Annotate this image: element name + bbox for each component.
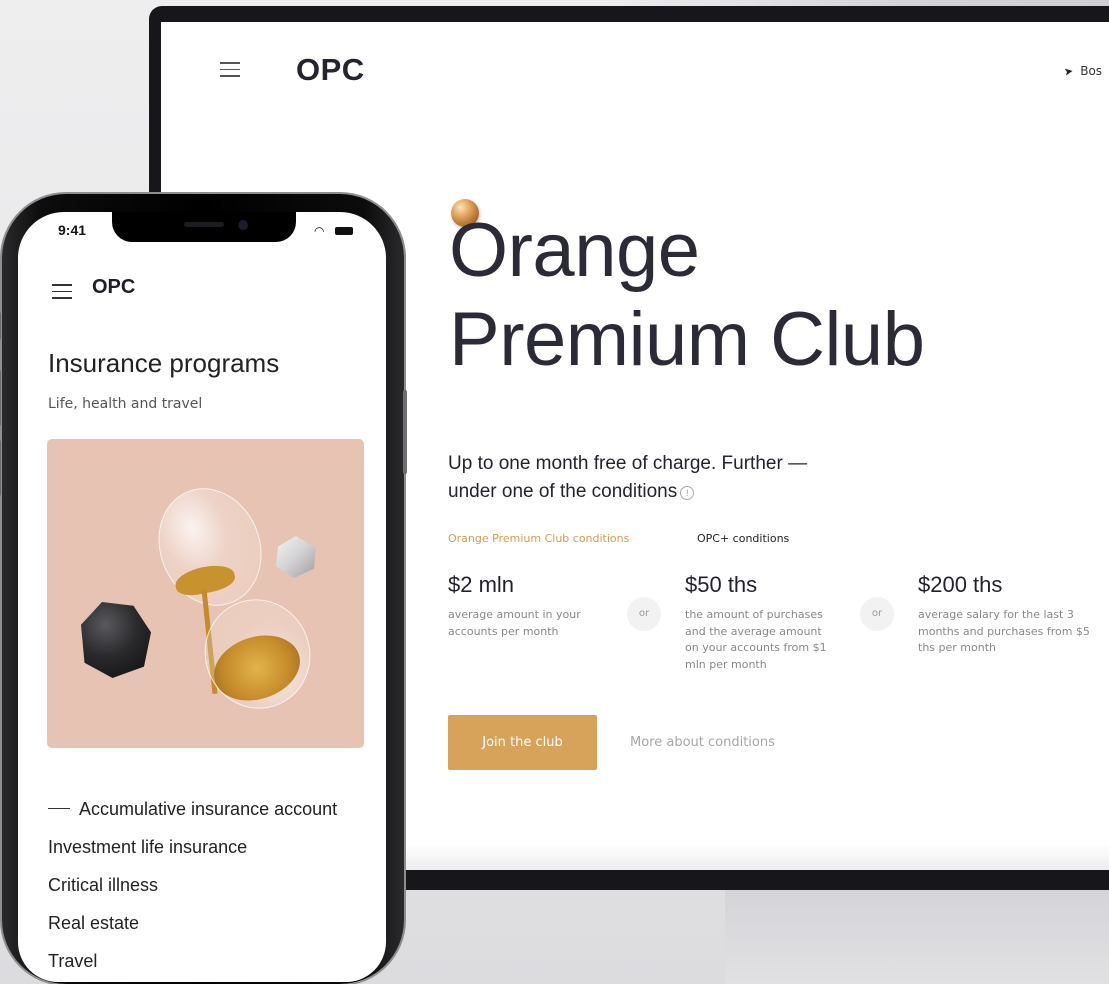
or-divider: or	[627, 597, 661, 631]
power-button	[403, 390, 407, 474]
list-item-real-estate[interactable]: Real estate	[48, 912, 378, 950]
active-dash-icon	[48, 807, 70, 809]
info-icon[interactable]: !	[680, 486, 695, 500]
phone-screen: 9:41 ◠ OPC Insurance programs Life, heal…	[18, 212, 386, 982]
battery-icon	[335, 227, 353, 235]
tab-opc-plus-conditions[interactable]: OPC+ conditions	[697, 532, 789, 545]
hero-title: Orange Premium Club	[449, 206, 925, 384]
stat-description: average amount in your accounts per mont…	[448, 607, 618, 640]
or-divider: or	[860, 597, 894, 631]
list-item-travel[interactable]: Travel	[48, 950, 378, 982]
stat-average-amount: $2 mln average amount in your accounts p…	[448, 572, 618, 640]
front-camera	[238, 220, 248, 230]
insurance-programs-subtitle: Life, health and travel	[48, 396, 203, 412]
list-item-accumulative[interactable]: Accumulative insurance account	[48, 798, 378, 836]
hero-title-line-1: Orange	[449, 208, 700, 293]
mute-switch	[0, 312, 1, 340]
stat-description-line: on your accounts from $1	[685, 641, 827, 654]
stat-description-line: average salary for the last 3	[918, 608, 1074, 621]
phone-hamburger-menu-icon[interactable]	[52, 284, 72, 299]
location-arrow-icon: ➤	[1062, 64, 1075, 79]
stat-description-line: accounts per month	[448, 624, 559, 638]
black-stone-shape	[81, 602, 151, 678]
stat-value: $2 mln	[448, 572, 515, 597]
insurance-list: Accumulative insurance account Investmen…	[48, 798, 378, 982]
list-item-label: Accumulative insurance account	[79, 799, 338, 819]
insurance-programs-title: Insurance programs	[48, 348, 280, 378]
stat-purchases: $50 ths the amount of purchases and the …	[685, 572, 860, 673]
hourglass-illustration	[47, 439, 364, 748]
phone-frame: 9:41 ◠ OPC Insurance programs Life, heal…	[0, 194, 407, 984]
stat-description-line: average amount in your	[448, 608, 581, 621]
stat-description-line: the amount of purchases	[685, 608, 823, 621]
stat-description-line: and the average amount	[685, 624, 822, 638]
stat-description-line: ths per month	[918, 641, 996, 654]
phone-logo[interactable]: OPC	[92, 276, 135, 299]
white-cube-shape	[276, 536, 316, 578]
volume-down-button	[0, 440, 1, 496]
more-about-conditions-link[interactable]: More about conditions	[630, 735, 775, 750]
list-item-investment[interactable]: Investment life insurance	[48, 836, 378, 874]
location-selector[interactable]: ➤ Bos	[1062, 64, 1103, 79]
list-item-critical-illness[interactable]: Critical illness	[48, 874, 378, 912]
hero-subtitle: Up to one month free of charge. Further …	[448, 450, 878, 506]
stat-salary: $200 ths average salary for the last 3 m…	[918, 572, 1109, 657]
status-icons: ◠	[314, 225, 362, 237]
location-label: Bos	[1080, 64, 1103, 78]
status-time: 9:41	[58, 222, 87, 238]
stat-description: average salary for the last 3 months and…	[918, 607, 1109, 657]
speaker-grille	[184, 222, 224, 227]
tab-opc-conditions[interactable]: Orange Premium Club conditions	[448, 532, 629, 545]
subtitle-line-1: Up to one month free of charge. Further …	[448, 453, 808, 474]
hamburger-menu-icon[interactable]	[220, 62, 240, 77]
stat-description: the amount of purchases and the average …	[685, 607, 860, 673]
stat-description-line: mln per month	[685, 657, 767, 671]
desktop-logo[interactable]: OPC	[296, 52, 365, 88]
volume-up-button	[0, 370, 1, 426]
monitor-stand	[725, 878, 1109, 984]
hero-title-line-2: Premium Club	[449, 297, 925, 382]
stat-description-line: months and purchases from $5	[918, 624, 1090, 638]
wifi-icon: ◠	[314, 224, 325, 238]
join-the-club-button[interactable]: Join the club	[448, 715, 597, 770]
phone-notch	[112, 212, 296, 242]
stat-value: $50 ths	[685, 572, 758, 597]
subtitle-line-2: under one of the conditions	[448, 481, 678, 502]
stat-value: $200 ths	[918, 572, 1003, 597]
